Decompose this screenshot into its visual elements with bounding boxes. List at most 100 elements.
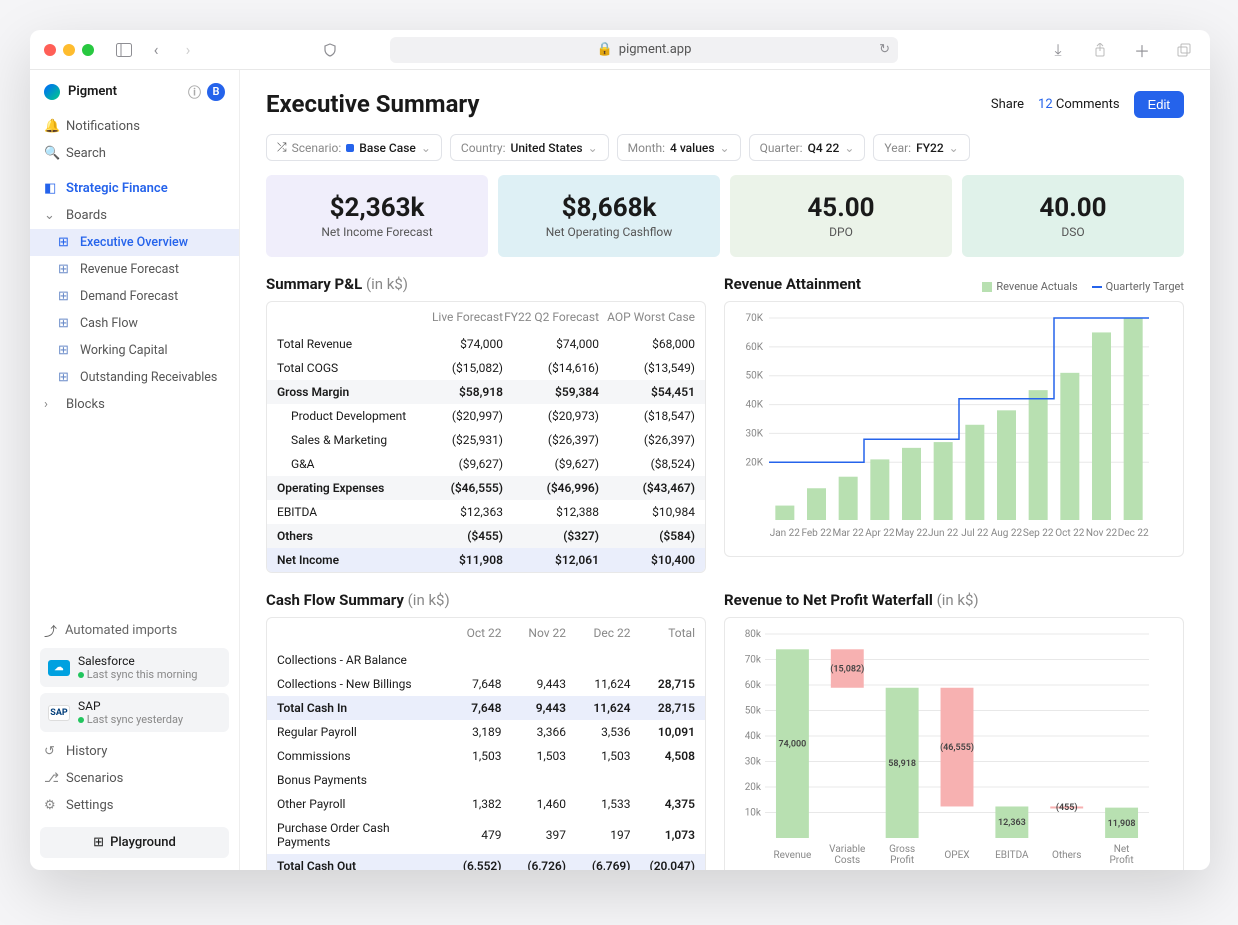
svg-text:11,908: 11,908 [1108,819,1136,829]
svg-text:60k: 60k [745,680,762,691]
legend-bar-icon [982,282,992,292]
pnl-title: Summary P&L (in k$) [266,275,706,293]
table-row: Total Cash Out(6,552)(6,726)(6,769)(20,0… [267,854,705,870]
svg-text:(46,555): (46,555) [940,742,974,753]
svg-text:60K: 60K [745,342,763,353]
svg-text:OPEX: OPEX [944,850,969,861]
svg-text:Revenue: Revenue [774,850,812,861]
sidebar-boards-toggle[interactable]: ⌄Boards [30,202,239,229]
waterfall-title: Revenue to Net Profit Waterfall (in k$) [724,591,1184,609]
tabs-icon[interactable] [1172,38,1196,62]
table-row: Sales & Marketing($25,931)($26,397)($26,… [267,428,705,452]
svg-text:30K: 30K [745,428,763,439]
shield-icon[interactable] [318,38,342,62]
filter-pill[interactable]: Year:FY22⌄ [873,134,969,161]
table-row: Other Payroll1,3821,4601,5334,375 [267,792,705,816]
table-row: Collections - AR Balance [267,648,705,672]
automated-imports-label: ⤴Automated imports [30,613,239,648]
playground-button[interactable]: ⊞Playground [40,827,229,858]
sidebar-board-item[interactable]: ⊞Working Capital [30,337,239,364]
url-bar[interactable]: 🔒 pigment.app ↻ [390,37,898,63]
minimize-icon[interactable] [63,44,75,56]
kpi-label: DSO [972,225,1174,239]
comments-link[interactable]: 12 Comments [1038,97,1120,112]
sidebar-board-item[interactable]: ⊞Demand Forecast [30,283,239,310]
sidebar-board-item[interactable]: ⊞Executive Overview [30,229,239,256]
svg-text:Oct 22: Oct 22 [1055,528,1084,539]
chevron-down-icon: ⌄ [844,141,854,155]
svg-text:EBITDA: EBITDA [995,850,1029,861]
integration-logo-icon: ☁ [48,660,70,676]
svg-text:Gross: Gross [889,844,915,855]
download-icon[interactable]: ⤓ [1046,38,1070,62]
filter-pill[interactable]: ⤮ Scenario:Base Case⌄ [266,134,442,161]
app-header: Pigment ⓘ B [30,70,239,113]
svg-text:40k: 40k [745,731,762,742]
kpi-label: Net Income Forecast [276,225,478,239]
svg-text:Costs: Costs [834,855,860,866]
board-icon: ⊞ [58,370,72,385]
kpi-card: $8,668kNet Operating Cashflow [498,175,720,257]
help-icon[interactable]: ⓘ [188,82,201,101]
share-link[interactable]: Share [991,97,1024,112]
window-controls [44,44,94,56]
svg-text:Others: Others [1052,850,1082,861]
new-tab-icon[interactable]: ＋ [1130,38,1154,62]
sidebar-board-item[interactable]: ⊞Revenue Forecast [30,256,239,283]
chevron-down-icon: ⌄ [44,208,58,223]
sidebar-search[interactable]: 🔍Search [30,140,239,167]
svg-text:Profit: Profit [890,854,914,866]
svg-text:Jul 22: Jul 22 [961,528,989,539]
kpi-label: DPO [740,225,942,239]
close-icon[interactable] [44,44,56,56]
svg-text:20K: 20K [745,457,763,468]
avatar[interactable]: B [207,83,225,101]
sidebar-footer-item[interactable]: ↺History [30,738,239,765]
lock-icon: 🔒 [597,42,613,57]
kpi-label: Net Operating Cashflow [508,225,710,239]
svg-text:20k: 20k [745,782,762,793]
sidebar-notifications[interactable]: 🔔Notifications [30,113,239,140]
svg-text:Jan 22: Jan 22 [770,528,801,539]
maximize-icon[interactable] [82,44,94,56]
chevron-down-icon: ⌄ [720,141,730,155]
board-icon: ⊞ [58,289,72,304]
svg-text:40K: 40K [745,400,763,411]
table-row: Operating Expenses($46,555)($46,996)($43… [267,476,705,500]
back-icon[interactable]: ‹ [144,38,168,62]
share-icon[interactable] [1088,38,1112,62]
sidebar-footer-item[interactable]: ⎇Scenarios [30,765,239,792]
table-header: Live ForecastFY22 Q2 ForecastAOP Worst C… [267,302,705,332]
svg-text:74,000: 74,000 [779,740,807,750]
filter-pill[interactable]: Quarter:Q4 22⌄ [749,134,866,161]
table-row: Bonus Payments [267,768,705,792]
sidebar-board-item[interactable]: ⊞Cash Flow [30,310,239,337]
kpi-value: 40.00 [972,193,1174,223]
filter-pill[interactable]: Country:United States⌄ [450,134,609,161]
svg-text:Nov 22: Nov 22 [1086,528,1118,539]
sidebar-toggle-icon[interactable] [112,38,136,62]
sidebar-footer-item[interactable]: ⚙Settings [30,792,239,819]
sidebar-board-item[interactable]: ⊞Outstanding Receivables [30,364,239,391]
titlebar: ‹ › 🔒 pigment.app ↻ ⤓ ＋ [30,30,1210,70]
page-title: Executive Summary [266,90,480,118]
svg-text:70K: 70K [745,313,763,324]
svg-text:70k: 70k [745,655,762,666]
forward-icon[interactable]: › [176,38,200,62]
sidebar-workspace[interactable]: ◧Strategic Finance [30,175,239,202]
table-row: Others($455)($327)($584) [267,524,705,548]
nav-icon: ⚙ [44,798,58,813]
table-row: G&A($9,627)($9,627)($8,524) [267,452,705,476]
filter-pill[interactable]: Month:4 values⌄ [617,134,741,161]
integration-card[interactable]: ☁Salesforce Last sync this morning [40,648,229,687]
sidebar-blocks-toggle[interactable]: ›Blocks [30,391,239,418]
upload-icon: ⤴ [44,621,57,640]
filter-bar: ⤮ Scenario:Base Case⌄ Country:United Stat… [266,134,1184,161]
bell-icon: 🔔 [44,119,58,134]
integration-card[interactable]: SAPSAP Last sync yesterday [40,693,229,732]
kpi-card: $2,363kNet Income Forecast [266,175,488,257]
refresh-icon[interactable]: ↻ [879,42,890,57]
edit-button[interactable]: Edit [1134,91,1184,118]
nav-icon: ↺ [44,744,58,759]
chevron-down-icon: ⌄ [949,141,959,155]
